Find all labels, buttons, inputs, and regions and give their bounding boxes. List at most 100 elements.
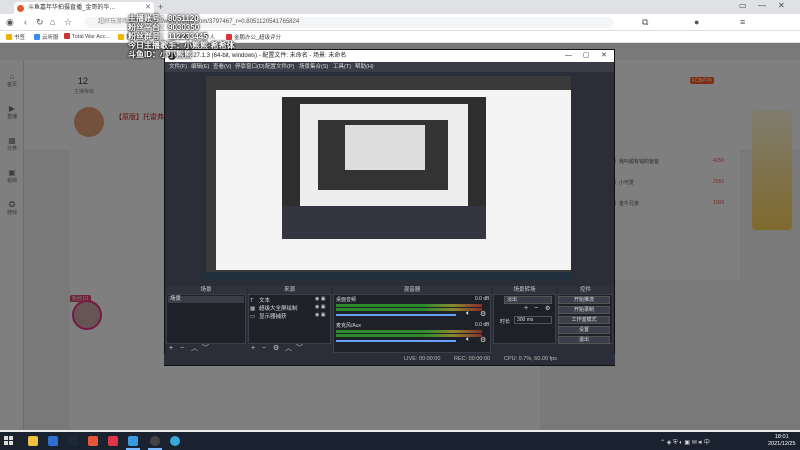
app-icon[interactable] [88,436,98,446]
add-icon[interactable]: + [251,344,255,353]
audio-meter [336,334,482,337]
start-recording-button[interactable]: 开始录制 [558,306,610,314]
gear-icon[interactable]: ⚙ [480,310,486,318]
stream-info-overlay: 主播账号：8051120 粉丝平台：9030350 粉丝群号：112233445… [128,14,235,59]
bookmark-item[interactable]: 书签 [6,33,25,41]
restore-icon[interactable]: ▭ [739,1,747,10]
back-icon[interactable]: ‹ [24,17,27,27]
close-tab-icon[interactable]: ✕ [145,2,151,14]
extensions-icon[interactable]: ⧉ [642,17,648,28]
menu-icon[interactable]: ≡ [740,17,745,27]
menu-edit[interactable]: 编辑(E) [191,62,209,72]
remove-icon[interactable]: − [262,344,266,353]
gear-icon[interactable]: ⚙ [273,344,279,353]
volume-slider[interactable] [336,340,456,342]
gear-icon[interactable]: ⚙ [545,305,550,312]
menu-docks[interactable]: 停靠窗口(D) [235,62,265,72]
bookmark-item[interactable]: Total War Acc… [64,33,111,40]
move-down-icon[interactable]: ﹀ [296,344,303,353]
star-icon[interactable]: ☆ [64,17,72,28]
duration-field[interactable]: 300 ms [514,316,552,324]
remove-icon[interactable]: − [180,344,184,353]
overlay-line: 今日主播歌手：小熊熊·希希体 [128,41,235,50]
address-toolbar: ◉ ‹ ↻ ⌂ ☆ 超好玩游戏推荐 https://www.douyu.com/… [0,14,800,31]
add-icon[interactable]: + [169,344,173,353]
gear-icon[interactable]: ⚙ [480,336,486,344]
obs-icon[interactable] [150,436,160,446]
home-icon[interactable]: ⌂ [50,17,55,27]
steam-icon[interactable] [68,436,78,446]
overlay-line: 粉丝平台：9030350 [128,23,200,32]
source-item[interactable]: ▭ 显示器捕获 [250,312,287,320]
douyu-favicon-icon [17,5,24,12]
remove-icon[interactable]: − [534,305,538,312]
volume-slider[interactable] [336,314,456,316]
sources-dock-header: 来源 [248,286,331,294]
audio-meter [336,308,482,311]
source-item[interactable]: ▦ 超级大全屏绘制 [250,304,298,312]
transition-select[interactable]: 淡出 [504,296,552,304]
start-streaming-button[interactable]: 开始推流 [558,296,610,304]
overlay-line: 斗鱼ID：小小熊熊 [128,50,192,59]
move-up-icon[interactable]: ︿ [191,344,198,353]
menu-scene-collection[interactable]: 场景集合(S) [299,62,328,72]
live-status: LIVE: 00:00:00 [404,356,441,362]
taskbar-clock[interactable]: 18:01 2021/12/25 [768,434,796,448]
studio-mode-button[interactable]: 工作室模式 [558,316,610,324]
audio-meter [336,330,482,333]
reload-icon[interactable]: ↻ [36,17,44,28]
transitions-dock-header: 场景转场 [493,286,556,294]
mixer-channel-label: 桌面音频 [336,297,357,303]
move-up-icon[interactable]: ︿ [285,344,292,353]
visibility-eye-icon[interactable]: ◉ ▣ [315,312,325,318]
maximize-icon[interactable]: ▢ [583,50,590,62]
mixer-channel-label: 麦克风/Aux [336,323,362,329]
file-explorer-icon[interactable] [28,436,38,446]
menu-tools[interactable]: 工具(T) [333,62,351,72]
visibility-eye-icon[interactable]: ◉ ▣ [315,304,325,310]
speaker-icon[interactable]: 🔈︎ [466,336,470,344]
duration-label: 时长 [500,319,511,325]
bookmark-item[interactable]: 云听服 [34,33,59,41]
system-tray-icons[interactable]: ⌃ ◈ ⛨ ◐ ▣ ✉ 🔊︎ 中 [660,437,710,447]
menu-file[interactable]: 文件(F) [169,62,187,72]
new-tab-icon[interactable]: + [158,2,163,12]
controls-dock-header: 控件 [558,286,613,294]
overlay-line: 粉丝群号：112233445 [128,32,208,41]
scene-item[interactable]: 场景 [168,296,244,303]
mixer-db: 0.0 dB [475,296,490,302]
tab-title: 斗鱼嘉年华拍摄直播_金哥的华… [28,5,116,11]
settings-button[interactable]: 设置 [558,326,610,334]
browser-tab-bar: 斗鱼嘉年华拍摄直播_金哥的华… ✕ + ▭ — ✕ [0,0,800,14]
speaker-icon[interactable]: 🔈︎ [466,310,470,318]
windows-start-icon[interactable] [4,436,13,445]
sources-toolbar: + − ⚙ ︿ ﹀ [248,344,331,353]
close-icon[interactable]: ✕ [601,50,607,62]
menu-profile[interactable]: 配置文件(P) [265,62,294,72]
preview-nested-browser-3 [345,125,425,170]
add-icon[interactable]: + [524,305,528,312]
menu-view[interactable]: 查看(V) [213,62,231,72]
obs-menu-bar: 文件(F) 编辑(E) 查看(V) 停靠窗口(D) 配置文件(P) 场景集合(S… [165,62,614,72]
browser-logo-icon: ◉ [6,17,14,27]
chat-app-icon[interactable] [170,436,180,446]
obs-status-bar: LIVE: 00:00:00 REC: 00:00:00 CPU: 0.7%, … [164,354,615,365]
close-window-icon[interactable]: ✕ [778,1,785,10]
mixer-dock-header: 混音器 [333,286,491,294]
minimize-icon[interactable]: — [565,50,572,62]
visibility-eye-icon[interactable]: ◉ ▣ [315,296,325,302]
browser-tab[interactable]: 斗鱼嘉年华拍摄直播_金哥的华… ✕ [14,2,154,14]
qq-icon[interactable] [48,436,58,446]
overlay-line: 主播账号：8051120 [128,14,199,23]
browser-icon[interactable] [128,436,138,446]
exit-button[interactable]: 退出 [558,336,610,344]
netease-music-icon[interactable] [108,436,118,446]
move-down-icon[interactable]: ﹀ [202,344,209,353]
profile-icon[interactable]: ● [694,17,699,27]
windows-taskbar: ⌃ ◈ ⛨ ◐ ▣ ✉ 🔊︎ 中 18:01 2021/12/25 [0,432,800,450]
display-source-icon: ▭ [250,314,256,320]
menu-help[interactable]: 帮助(H) [355,62,374,72]
source-item[interactable]: T 文本 [250,296,270,304]
bookmarks-bar: 书签 云听服 Total War Acc… 我的门户 上传... 下载 个人 金… [0,31,800,43]
minimize-icon[interactable]: — [758,1,766,10]
